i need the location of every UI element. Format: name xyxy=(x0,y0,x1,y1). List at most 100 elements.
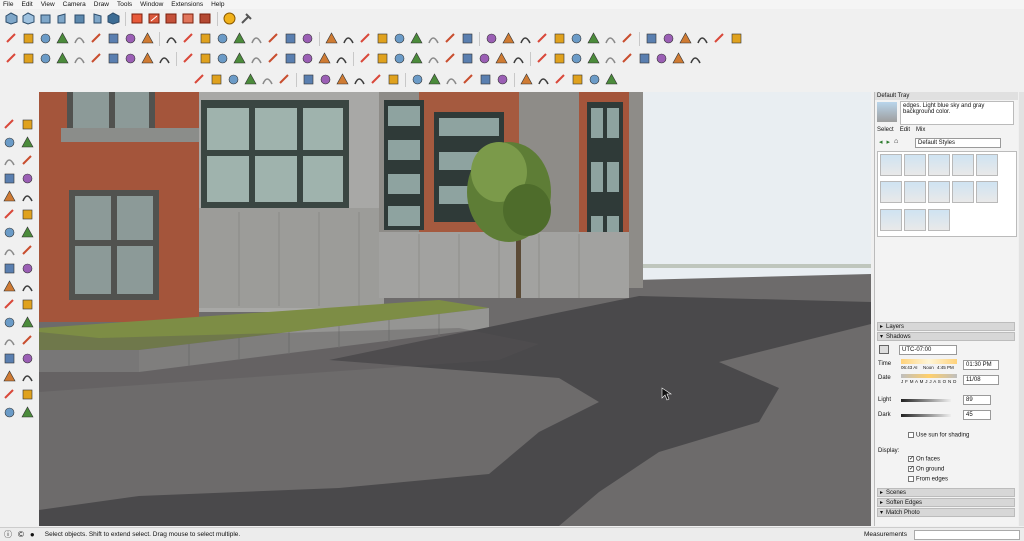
draw-tool-icon[interactable] xyxy=(426,31,441,46)
component-tool-icon[interactable] xyxy=(427,72,442,87)
sandbox-tool-icon[interactable] xyxy=(181,51,196,66)
tab-mix[interactable]: Mix xyxy=(916,127,925,133)
component-tool-icon[interactable] xyxy=(243,72,258,87)
sandbox-tool-icon[interactable] xyxy=(140,51,155,66)
dimension-icon[interactable] xyxy=(1,314,17,330)
component-tool-icon[interactable] xyxy=(519,72,534,87)
component-tool-icon[interactable] xyxy=(352,72,367,87)
pie-icon[interactable] xyxy=(19,206,35,222)
draw-tool-icon[interactable] xyxy=(181,31,196,46)
style-thumb[interactable] xyxy=(904,154,926,176)
sandbox-tool-icon[interactable] xyxy=(232,51,247,66)
on-faces-checkbox[interactable]: ✓ On faces xyxy=(908,456,940,463)
draw-tool-icon[interactable] xyxy=(106,31,121,46)
draw-tool-icon[interactable] xyxy=(72,31,87,46)
draw-tool-icon[interactable] xyxy=(283,31,298,46)
component-tool-icon[interactable] xyxy=(478,72,493,87)
rectangle-icon[interactable] xyxy=(1,170,17,186)
sandbox-tool-icon[interactable] xyxy=(157,51,172,66)
style-thumb[interactable] xyxy=(928,181,950,204)
sandbox-tool-icon[interactable] xyxy=(443,51,458,66)
sandbox-tool-icon[interactable] xyxy=(671,51,686,66)
sandbox-tool-icon[interactable] xyxy=(334,51,349,66)
menu-help[interactable]: Help xyxy=(211,0,224,9)
user-icon[interactable]: ● xyxy=(30,530,35,539)
pan-icon[interactable] xyxy=(19,332,35,348)
draw-tool-icon[interactable] xyxy=(501,31,516,46)
draw-tool-icon[interactable] xyxy=(324,31,339,46)
menu-view[interactable]: View xyxy=(41,0,55,9)
tape-measure-icon[interactable] xyxy=(1,278,17,294)
sandbox-tool-icon[interactable] xyxy=(392,51,407,66)
component-tool-icon[interactable] xyxy=(604,72,619,87)
draw-tool-icon[interactable] xyxy=(140,31,155,46)
section-export-icon[interactable] xyxy=(198,11,213,26)
light-slider[interactable] xyxy=(901,399,951,402)
sandbox-tool-icon[interactable] xyxy=(688,51,703,66)
rotate-icon[interactable] xyxy=(1,242,17,258)
draw-tool-icon[interactable] xyxy=(89,31,104,46)
polygon-icon[interactable] xyxy=(19,188,35,204)
sandbox-tool-icon[interactable] xyxy=(494,51,509,66)
sandbox-tool-icon[interactable] xyxy=(266,51,281,66)
component-tool-icon[interactable] xyxy=(495,72,510,87)
axes-icon[interactable] xyxy=(19,296,35,312)
move-icon[interactable] xyxy=(1,224,17,240)
sandbox-tool-icon[interactable] xyxy=(409,51,424,66)
component-tool-icon[interactable] xyxy=(226,72,241,87)
draw-tool-icon[interactable] xyxy=(460,31,475,46)
draw-tool-icon[interactable] xyxy=(123,31,138,46)
sandbox-tool-icon[interactable] xyxy=(535,51,550,66)
shadow-toggle-icon[interactable] xyxy=(879,345,889,354)
sandbox-tool-icon[interactable] xyxy=(620,51,635,66)
component-tool-icon[interactable] xyxy=(192,72,207,87)
forward-arrow-icon[interactable]: ▸ xyxy=(887,138,891,146)
sandbox-tool-icon[interactable] xyxy=(426,51,441,66)
draw-tool-icon[interactable] xyxy=(695,31,710,46)
menu-file[interactable]: File xyxy=(3,0,13,9)
component-tool-icon[interactable] xyxy=(410,72,425,87)
date-slider[interactable] xyxy=(901,374,957,378)
views-bottom-icon[interactable] xyxy=(106,11,121,26)
sandbox-tool-icon[interactable] xyxy=(4,51,19,66)
component-tool-icon[interactable] xyxy=(553,72,568,87)
sandbox-tool-icon[interactable] xyxy=(511,51,526,66)
panel-layers-header[interactable]: Layers xyxy=(877,322,1015,331)
draw-tool-icon[interactable] xyxy=(232,31,247,46)
style-thumb[interactable] xyxy=(928,154,950,176)
info-icon[interactable] xyxy=(222,11,237,26)
draw-tool-icon[interactable] xyxy=(409,31,424,46)
time-field[interactable]: 01:30 PM xyxy=(963,360,999,370)
component-tool-icon[interactable] xyxy=(301,72,316,87)
draw-tool-icon[interactable] xyxy=(164,31,179,46)
draw-tool-icon[interactable] xyxy=(21,31,36,46)
views-left-icon[interactable] xyxy=(89,11,104,26)
draw-tool-icon[interactable] xyxy=(38,31,53,46)
sandbox-tool-icon[interactable] xyxy=(89,51,104,66)
draw-tool-icon[interactable] xyxy=(535,31,550,46)
draw-tool-icon[interactable] xyxy=(215,31,230,46)
sandbox-tool-icon[interactable] xyxy=(215,51,230,66)
zoom-icon[interactable] xyxy=(1,350,17,366)
panel-scenes-header[interactable]: Scenes xyxy=(877,488,1015,497)
draw-tool-icon[interactable] xyxy=(300,31,315,46)
section-cut-icon[interactable] xyxy=(147,11,162,26)
style-thumb[interactable] xyxy=(880,181,902,204)
tab-select[interactable]: Select xyxy=(877,127,894,133)
sandbox-tool-icon[interactable] xyxy=(586,51,601,66)
style-thumb[interactable] xyxy=(976,181,998,204)
style-thumb[interactable] xyxy=(952,181,974,204)
views-back-icon[interactable] xyxy=(72,11,87,26)
style-thumb[interactable] xyxy=(976,154,998,176)
menu-edit[interactable]: Edit xyxy=(21,0,32,9)
sandbox-tool-icon[interactable] xyxy=(38,51,53,66)
previous-icon[interactable] xyxy=(19,368,35,384)
rotated-rect-icon[interactable] xyxy=(19,170,35,186)
component-tool-icon[interactable] xyxy=(260,72,275,87)
line-icon[interactable] xyxy=(1,152,17,168)
style-thumb[interactable] xyxy=(952,154,974,176)
component-tool-icon[interactable] xyxy=(209,72,224,87)
dark-slider[interactable] xyxy=(901,414,951,417)
draw-tool-icon[interactable] xyxy=(266,31,281,46)
draw-tool-icon[interactable] xyxy=(341,31,356,46)
